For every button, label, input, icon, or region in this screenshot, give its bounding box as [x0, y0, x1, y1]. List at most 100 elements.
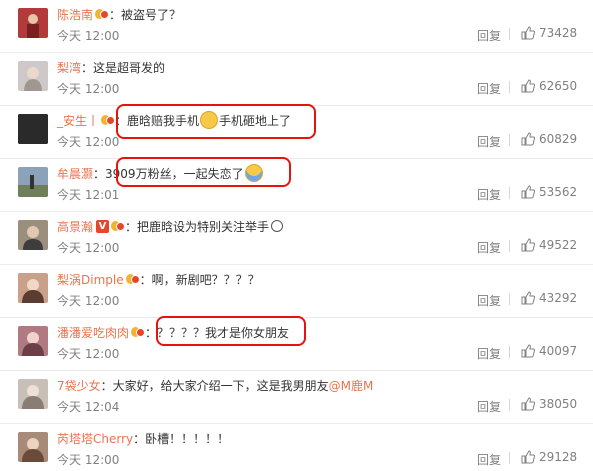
reply-button[interactable]: 回复: [477, 345, 501, 362]
reply-button[interactable]: 回复: [477, 292, 501, 309]
comment-row: 梨湾 ：这是超哥发的 今天 12:00 回复 62650: [0, 53, 593, 106]
comment-time: 今天 12:01: [57, 188, 120, 202]
comment-row: 牟晨灏 ： 3909万粉丝，一起失恋了 今天 12:01 回复 53562: [0, 159, 593, 212]
comment-row: 高景瀚 V ：把鹿晗设为特别关注举手 今天 12:00 回复 49522: [0, 212, 593, 265]
avatar-image: [22, 438, 44, 462]
comment-text: ：被盗号了？: [109, 7, 182, 22]
avatar[interactable]: [18, 326, 48, 356]
like-button[interactable]: 43292: [521, 291, 577, 305]
comment-text: ：卧槽！！！！！: [133, 431, 230, 446]
comment-list: 陈浩南 ：被盗号了？ 今天 12:00 回复 73428 梨湾 ：这是超哥发的 …: [0, 0, 593, 471]
avatar[interactable]: [18, 379, 48, 409]
comment-row: 7袋少女 ：大家好，给大家介绍一下，这是我男朋友 @M鹿M 今天 12:04 回复…: [0, 371, 593, 424]
avatar[interactable]: [18, 167, 48, 197]
username-link[interactable]: 梨涡Dimple: [57, 271, 124, 288]
like-button[interactable]: 49522: [521, 238, 577, 252]
comment-row: 梨涡Dimple ：啊，新剧吧？？？？ 今天 12:00 回复 43292: [0, 265, 593, 318]
divider: [509, 346, 510, 358]
like-count: 38050: [539, 397, 578, 411]
thumbs-up-icon: [521, 450, 535, 464]
username-link[interactable]: 陈浩南: [57, 6, 93, 23]
comment-line: 梨湾 ：这是超哥发的: [57, 59, 165, 75]
comment-line: 芮塔塔Cherry ：卧槽！！！！！: [57, 430, 229, 446]
like-count: 73428: [539, 26, 578, 40]
username-link[interactable]: 梨湾: [57, 59, 81, 76]
reply-button[interactable]: 回复: [477, 27, 501, 44]
comment-line: 陈浩南 ：被盗号了？: [57, 6, 181, 22]
like-button[interactable]: 60829: [521, 132, 577, 146]
divider: [509, 134, 510, 146]
divider: [509, 28, 510, 40]
comment-text: ：这是超哥发的: [81, 60, 166, 75]
comment-time: 今天 12:00: [57, 241, 120, 255]
divider: [509, 81, 510, 93]
username-link[interactable]: 7袋少女: [57, 377, 101, 394]
thumbs-up-icon: [521, 79, 535, 93]
highlight-box: [156, 316, 306, 346]
username-link[interactable]: _安生丨: [57, 112, 99, 129]
comment-line: 高景瀚 V ：把鹿晗设为特别关注举手: [57, 218, 284, 235]
username-link[interactable]: 潘潘爱吃肉肉: [57, 324, 129, 341]
like-count: 40097: [539, 344, 578, 358]
like-button[interactable]: 73428: [521, 26, 577, 40]
reply-button[interactable]: 回复: [477, 239, 501, 256]
avatar[interactable]: [18, 220, 48, 250]
like-button[interactable]: 62650: [521, 79, 577, 93]
avatar[interactable]: [18, 432, 48, 462]
comment-line: 梨涡Dimple ：啊，新剧吧？？？？: [57, 271, 260, 287]
member-crown-icon[interactable]: [125, 273, 140, 285]
mention-link[interactable]: @M鹿M: [329, 377, 374, 394]
avatar[interactable]: [18, 114, 48, 144]
comment-time: 今天 12:00: [57, 82, 120, 96]
thumbs-up-icon: [521, 344, 535, 358]
member-crown-icon[interactable]: [111, 220, 126, 232]
avatar-image: [23, 226, 43, 250]
comment-time: 今天 12:00: [57, 347, 120, 361]
divider: [509, 240, 510, 252]
like-count: 29128: [539, 450, 578, 464]
like-button[interactable]: 29128: [521, 450, 577, 464]
avatar[interactable]: [18, 273, 48, 303]
comment-time: 今天 12:00: [57, 29, 120, 43]
like-count: 53562: [539, 185, 578, 199]
avatar-image: [18, 114, 48, 144]
reply-button[interactable]: 回复: [477, 133, 501, 150]
comment-time: 今天 12:00: [57, 294, 120, 308]
thumbs-up-icon: [521, 291, 535, 305]
like-button[interactable]: 53562: [521, 185, 577, 199]
member-crown-icon[interactable]: [95, 8, 110, 20]
like-count: 43292: [539, 291, 578, 305]
member-crown-icon[interactable]: [131, 326, 146, 338]
avatar-image: [24, 67, 42, 91]
thumbs-up-icon: [521, 185, 535, 199]
divider: [509, 399, 510, 411]
highlight-box: [116, 157, 291, 187]
avatar-image: [22, 332, 44, 356]
avatar-image: [22, 385, 44, 409]
reply-button[interactable]: 回复: [477, 80, 501, 97]
comment-text: ：把鹿晗设为特别关注举手: [125, 218, 284, 235]
thumbs-up-icon: [521, 132, 535, 146]
reply-button[interactable]: 回复: [477, 398, 501, 415]
thumbs-up-icon: [521, 238, 535, 252]
avatar[interactable]: [18, 8, 48, 38]
comment-time: 今天 12:00: [57, 453, 120, 467]
comment-time: 今天 12:04: [57, 400, 120, 414]
username-link[interactable]: 牟晨灏: [57, 165, 93, 182]
like-button[interactable]: 40097: [521, 344, 577, 358]
raise-hand-icon: [271, 220, 284, 232]
like-count: 49522: [539, 238, 578, 252]
highlight-box: [116, 104, 316, 139]
reply-button[interactable]: 回复: [477, 186, 501, 203]
verified-v-icon[interactable]: V: [96, 219, 110, 233]
avatar[interactable]: [18, 61, 48, 91]
like-button[interactable]: 38050: [521, 397, 577, 411]
thumbs-up-icon: [521, 397, 535, 411]
reply-button[interactable]: 回复: [477, 451, 501, 468]
member-crown-icon[interactable]: [101, 114, 116, 126]
username-link[interactable]: 芮塔塔Cherry: [57, 430, 133, 447]
avatar-image: [22, 279, 44, 303]
avatar-image: [18, 175, 48, 197]
username-link[interactable]: 高景瀚: [57, 218, 93, 235]
comment-time: 今天 12:00: [57, 135, 120, 149]
